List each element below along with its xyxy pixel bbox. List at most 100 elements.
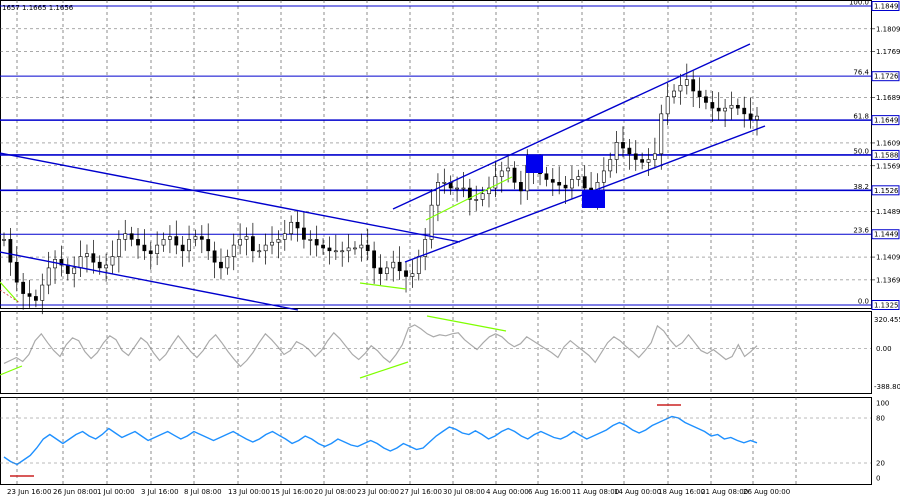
candle-body: [646, 159, 651, 163]
oscillator-max-label: 320.4558: [874, 316, 900, 324]
candle-body: [633, 153, 638, 160]
candle-body: [576, 176, 581, 180]
candle-body: [270, 241, 274, 246]
price-tick-label: 1.1409: [876, 254, 900, 262]
candle-body: [429, 204, 434, 240]
candle-body: [710, 102, 715, 109]
candle-body: [142, 244, 147, 252]
time-axis-label: 11 Aug 08:00: [572, 488, 619, 496]
candle-body: [314, 239, 319, 246]
price-tag-label: 1.1726: [874, 73, 899, 81]
candle-body: [729, 104, 734, 109]
candle-body: [85, 253, 89, 257]
time-axis-label: 15 Jul 16:00: [271, 488, 313, 496]
candle-body: [365, 244, 370, 252]
candle-body: [442, 182, 447, 184]
index-axis-label: 100: [876, 400, 889, 408]
candle-body: [570, 179, 574, 189]
time-axis-label: 13 Jul 00:00: [228, 488, 270, 496]
time-axis-label: 8 Jul 08:00: [184, 488, 222, 496]
candle-body: [755, 115, 759, 120]
price-tick-label: 1.1769: [876, 48, 900, 56]
candle-body: [665, 96, 670, 115]
candle-body: [544, 173, 549, 180]
candle-body: [480, 193, 485, 200]
candle-body: [276, 239, 281, 243]
index-axis-label: 0: [876, 475, 880, 483]
candle-body: [506, 167, 511, 172]
chart-canvas: 1.1809 1.1769 1.1689 1.1609 1.1569 1.1489 1.14…: [0, 0, 900, 496]
candle-body: [353, 247, 357, 250]
oscillator-min-label: -388.803: [874, 383, 900, 391]
candle-body: [21, 281, 26, 294]
candle-body: [704, 96, 708, 103]
candle-body: [723, 107, 727, 112]
index-axis-label: 80: [876, 415, 885, 423]
time-axis-label: 20 Jul 08:00: [314, 488, 356, 496]
candle-body: [250, 236, 255, 252]
candle-body: [627, 147, 632, 155]
candle-body: [436, 182, 440, 206]
candle-body: [27, 293, 32, 297]
candle-body: [263, 244, 268, 252]
candle-body: [65, 264, 70, 274]
candle-body: [416, 256, 421, 274]
candle-body: [238, 239, 243, 246]
candle-body: [621, 142, 625, 149]
candle-body: [391, 261, 396, 269]
candle-body: [601, 170, 606, 183]
candle-body: [499, 170, 504, 177]
candle-body: [155, 244, 160, 254]
candle-body: [136, 239, 140, 246]
fib-level-label: 38.2: [853, 183, 869, 191]
candle-body: [582, 176, 587, 189]
candle-body: [372, 250, 377, 269]
time-axis-label: 18 Aug 16:00: [658, 488, 705, 496]
candle-body: [295, 221, 300, 229]
oscillator-divergence-line: [0, 365, 23, 376]
candle-body: [72, 267, 77, 274]
candle-body: [735, 104, 740, 109]
candle-body: [678, 85, 683, 92]
time-axis-label: 21 Aug 08:00: [701, 488, 748, 496]
candle-body: [219, 261, 223, 269]
candle-body: [193, 236, 198, 240]
price-tag-label: 1.1526: [874, 187, 899, 195]
candle-body: [187, 239, 191, 252]
candle-body: [691, 79, 696, 92]
candle-body: [716, 107, 721, 112]
candle-body: [231, 244, 236, 257]
index-line: [3, 415, 758, 466]
fib-level-label: 76.4: [853, 69, 869, 77]
candle-body: [168, 236, 172, 240]
candle-body: [199, 236, 204, 240]
candle-body: [206, 239, 211, 252]
time-axis-label: 4 Aug 00:00: [486, 488, 529, 496]
candles-group: [2, 63, 759, 315]
candle-body: [180, 244, 185, 252]
time-axis-label: 23 Jun 16:00: [7, 488, 51, 496]
candle-body: [563, 184, 568, 189]
candle-body: [518, 182, 523, 192]
candle-body: [614, 142, 619, 160]
oscillator-line: [3, 324, 758, 368]
candle-body: [34, 296, 38, 301]
candle-body: [148, 250, 153, 254]
candle-body: [697, 90, 702, 98]
candle-body: [652, 153, 657, 160]
candle-body: [129, 233, 134, 240]
candle-body: [742, 107, 747, 115]
candle-body: [557, 182, 562, 186]
price-tag-label: 1.1649: [874, 117, 899, 125]
candle-body: [161, 239, 166, 246]
time-axis-label: 6 Aug 16:00: [528, 488, 571, 496]
divergence-line: [0, 281, 19, 303]
candle-body: [104, 264, 109, 269]
index-axis-label: 20: [876, 460, 885, 468]
candle-body: [659, 113, 664, 155]
time-axis-label: 3 Jul 16:00: [141, 488, 179, 496]
candle-body: [404, 270, 408, 277]
oscillator-divergence-line: [359, 361, 409, 379]
time-axis-label: 14 Aug 00:00: [614, 488, 661, 496]
price-tag-label: 1.1325: [874, 302, 899, 310]
